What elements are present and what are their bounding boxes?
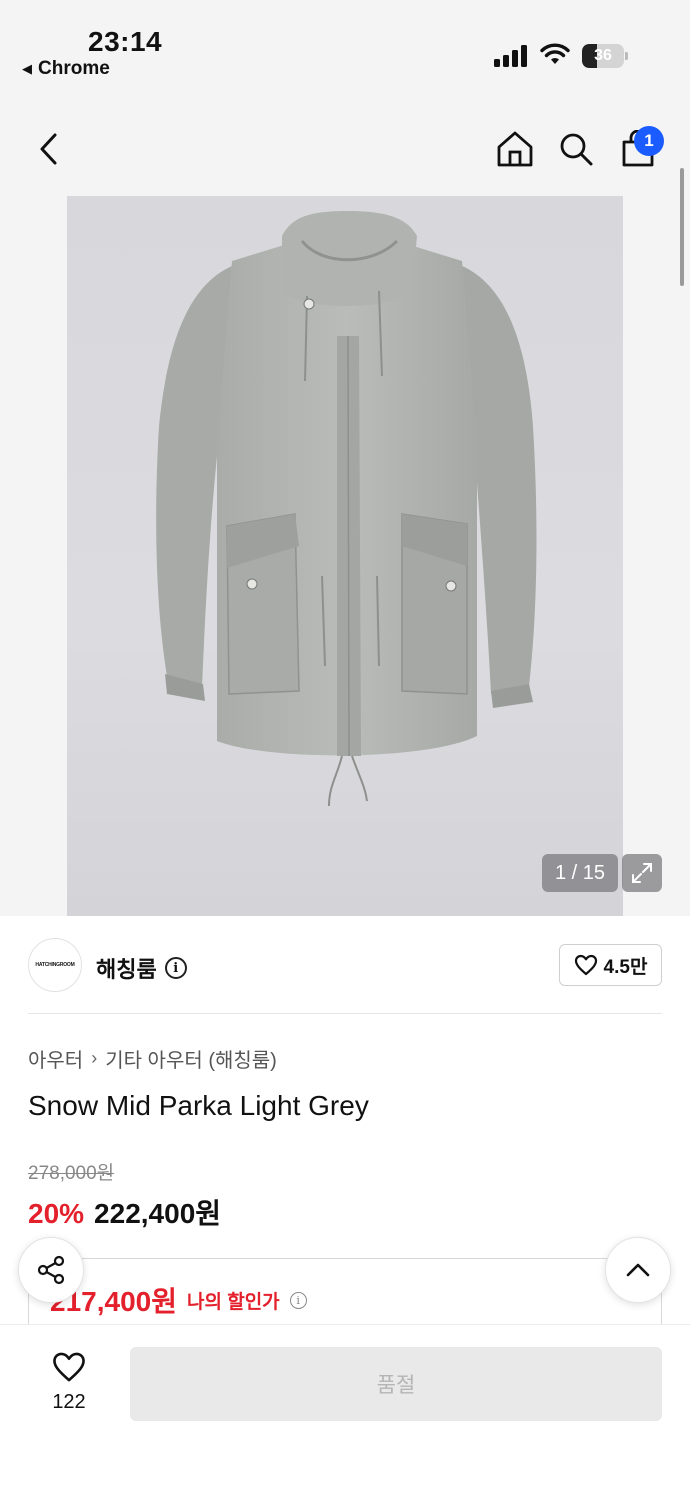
brand-name: 해칭룸	[96, 957, 157, 982]
home-button[interactable]	[494, 128, 536, 170]
wifi-icon	[540, 43, 570, 64]
price-row: 20% 222,400원	[28, 1192, 221, 1232]
wish-count: 122	[52, 1391, 86, 1413]
chevron-left-icon	[40, 133, 57, 165]
expand-icon	[632, 863, 652, 883]
info-icon[interactable]: i	[164, 957, 187, 979]
heart-icon	[53, 1352, 85, 1382]
brand-row: HATCHINGROOM 해칭룸 i 4.5만	[0, 916, 690, 1014]
my-price-row: 217,400원 나의 할인가 i	[50, 1280, 307, 1320]
divider	[28, 1013, 662, 1014]
brand-like-button[interactable]: 4.5만	[559, 944, 662, 986]
scrollbar[interactable]	[680, 168, 684, 286]
back-triangle-icon: ◀	[22, 61, 32, 76]
info-icon[interactable]: i	[289, 1291, 307, 1309]
bottom-action-bar: 122 품절	[0, 1324, 690, 1500]
battery-percent: 36	[594, 47, 612, 64]
original-price: 278,000원	[28, 1163, 115, 1184]
product-title: Snow Mid Parka Light Grey	[28, 1090, 369, 1121]
share-button[interactable]	[18, 1237, 84, 1303]
app-header	[0, 100, 690, 196]
search-button[interactable]	[555, 128, 597, 170]
breadcrumb: 아우터 › 기타 아우터 (해칭룸)	[28, 1044, 277, 1073]
back-to-app-link[interactable]: ◀ Chrome	[22, 58, 110, 80]
expand-image-button[interactable]	[622, 854, 662, 892]
brand-logo[interactable]: HATCHINGROOM	[28, 938, 82, 992]
chevron-right-icon: ›	[91, 1048, 98, 1068]
scroll-top-button[interactable]	[605, 1237, 671, 1303]
search-icon	[560, 133, 593, 166]
breadcrumb-item-other-outer[interactable]: 기타 아우터 (해칭룸)	[105, 1044, 277, 1073]
share-icon	[37, 1255, 65, 1285]
battery-icon: 36	[582, 44, 628, 68]
brand-logo-text: HATCHINGROOM	[35, 962, 75, 968]
my-price-label: 나의 할인가	[186, 1291, 280, 1313]
sale-price: 222,400원	[94, 1198, 222, 1229]
breadcrumb-item-outer[interactable]: 아우터	[28, 1044, 83, 1073]
product-gallery[interactable]: 1 / 15	[0, 196, 690, 916]
brand-name-link[interactable]: 해칭룸 i	[96, 952, 187, 984]
image-counter: 1 / 15	[542, 854, 618, 892]
discount-rate: 20%	[28, 1198, 85, 1229]
cellular-signal-icon	[494, 45, 528, 67]
status-time: 23:14	[88, 26, 163, 57]
chevron-up-icon	[626, 1263, 650, 1277]
back-button[interactable]	[28, 128, 70, 170]
cart-count-badge: 1	[634, 126, 664, 156]
sold-out-button[interactable]: 품절	[130, 1347, 662, 1421]
product-image[interactable]	[67, 196, 623, 916]
status-bar: 23:14 ◀ Chrome 36	[0, 0, 690, 100]
heart-icon	[574, 954, 597, 976]
parka-illustration	[156, 211, 537, 807]
back-app-label: Chrome	[38, 58, 110, 79]
brand-like-count: 4.5만	[603, 956, 648, 978]
wish-button[interactable]: 122	[40, 1351, 98, 1414]
home-icon	[497, 131, 533, 167]
